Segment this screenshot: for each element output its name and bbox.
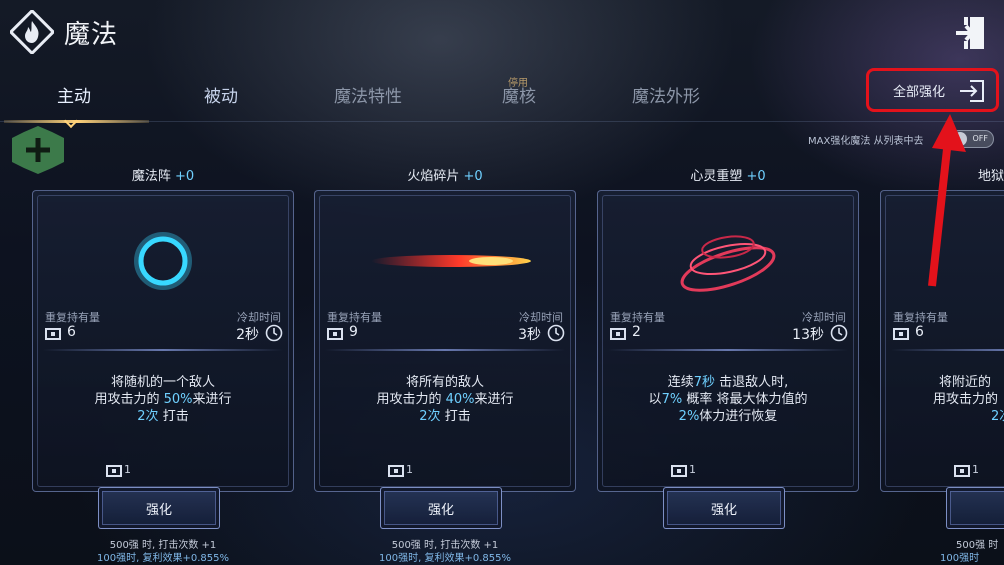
desc-line: 2次 — [991, 409, 1004, 424]
cooldown-value: 2秒 — [236, 327, 259, 343]
upgrade-label: 强化 — [710, 502, 737, 518]
owned-count: 1 — [406, 463, 413, 476]
card-title: 心灵重塑 +0 — [597, 165, 859, 184]
card-level: +0 — [174, 169, 195, 184]
repeat-label: 重复持有量 — [327, 311, 382, 324]
cooldown-label: 冷却时间 — [519, 311, 563, 324]
owned-count: 1 — [972, 463, 979, 476]
desc-line: 用攻击力的 40%来进行 — [376, 392, 514, 407]
top-bar: 魔法 — [0, 0, 1004, 62]
desc-line: 用攻击力的 — [933, 392, 999, 407]
upgrade-bonus-note: 100强时, 复利效果+0.855% — [97, 553, 229, 564]
clock-icon — [265, 324, 283, 342]
card-title: 火焰碎片 +0 — [314, 165, 576, 184]
desc-line: 连续7秒 击退敌人时, — [667, 375, 789, 390]
magic-card: 心灵重塑 +0 重复持有量 2 冷却时间 13秒 连续7秒 击退敌人时, 以7%… — [597, 160, 859, 565]
enter-arrow-icon — [960, 80, 984, 102]
magic-card: 火焰碎片 +0 重复持有量 9 冷却时间 3秒 将所有的敌人 用攻击力的 40%… — [314, 160, 576, 565]
repeat-label: 重复持有量 — [45, 311, 100, 324]
tab-label: 魔核 — [502, 87, 536, 107]
tab-magic-traits[interactable]: 魔法特性 — [334, 82, 402, 107]
upgrade-button[interactable] — [946, 487, 1004, 529]
repeat-label: 重复持有量 — [610, 311, 665, 324]
tab-label: 被动 — [204, 87, 238, 107]
card-divider — [608, 349, 848, 351]
disabled-badge: 停用 — [508, 78, 528, 89]
repeat-value: 9 — [349, 324, 358, 340]
card-description: 将所有的敌人 用攻击力的 40%来进行 2次 打击 — [325, 374, 565, 425]
card-description: 将附近的 用攻击力的 2次 — [891, 374, 1004, 425]
exit-icon[interactable] — [952, 14, 990, 52]
desc-line: 2次 打击 — [419, 409, 471, 424]
card-name: 魔法阵 — [131, 169, 171, 184]
chest-icon — [45, 328, 61, 340]
tab-passive[interactable]: 被动 — [204, 82, 238, 107]
clock-icon — [830, 324, 848, 342]
cooldown-value: 13秒 — [792, 327, 824, 343]
upgrade-bonus-note: 100强时 — [940, 553, 980, 564]
desc-line: 2次 打击 — [137, 409, 189, 424]
desc-line: 以7% 概率 将最大体力值的 — [648, 392, 808, 407]
magic-card: 魔法阵 +0 重复持有量 6 冷却时间 2秒 将随机的一个敌人 用攻击力的 50… — [32, 160, 294, 565]
page-title: 魔法 — [64, 20, 119, 50]
card-name: 地狱 — [978, 169, 1004, 184]
upgrade-button[interactable]: 强化 — [663, 487, 785, 529]
card-description: 连续7秒 击退敌人时, 以7% 概率 将最大体力值的 2%体力进行恢复 — [608, 374, 848, 425]
chest-icon — [954, 465, 970, 477]
desc-line: 将所有的敌人 — [405, 375, 484, 390]
desc-line: 将附近的 — [939, 375, 992, 390]
card-level: +0 — [746, 169, 766, 184]
card-level: +0 — [463, 169, 483, 184]
owned-count: 1 — [124, 463, 131, 476]
card-name: 火焰碎片 — [407, 169, 460, 184]
card-frame[interactable]: 重复持有量 6 冷却时间 2秒 将随机的一个敌人 用攻击力的 50%来进行 2次… — [32, 190, 294, 492]
card-frame[interactable]: 重复持有量 9 冷却时间 3秒 将所有的敌人 用攻击力的 40%来进行 2次 打… — [314, 190, 576, 492]
owned-count: 1 — [689, 463, 696, 476]
red-arrow-icon — [928, 114, 966, 287]
max-filter-label: MAX强化魔法 从列表中去 — [808, 136, 924, 147]
tab-label: 魔法特性 — [334, 87, 402, 107]
upgrade-bonus-note: 100强时, 复利效果+0.855% — [379, 553, 511, 564]
card-divider — [43, 349, 283, 351]
repeat-value: 6 — [915, 324, 924, 340]
card-title: 魔法阵 +0 — [32, 165, 294, 184]
chest-icon — [671, 465, 687, 477]
repeat-value: 2 — [632, 324, 641, 340]
repeat-value: 6 — [67, 324, 76, 340]
fire-magic-icon — [10, 10, 54, 54]
upgrade-button[interactable]: 强化 — [380, 487, 502, 529]
clock-icon — [547, 324, 565, 342]
repeat-label: 重复持有量 — [893, 311, 948, 324]
tab-bar: 主动 被动 魔法特性 停用 魔核 魔法外形 — [0, 70, 1004, 122]
chest-icon — [106, 465, 122, 477]
upgrade-button[interactable]: 强化 — [98, 487, 220, 529]
card-name: 心灵重塑 — [690, 169, 743, 184]
tab-divider — [0, 121, 1004, 122]
card-divider — [325, 349, 565, 351]
cooldown-value: 3秒 — [518, 327, 541, 343]
card-description: 将随机的一个敌人 用攻击力的 50%来进行 2次 打击 — [43, 374, 283, 425]
desc-line: 2%体力进行恢复 — [678, 409, 778, 424]
tab-magic-core[interactable]: 停用 魔核 — [502, 78, 536, 107]
chest-icon — [893, 328, 909, 340]
upgrade-label: 强化 — [145, 502, 172, 518]
card-frame[interactable]: 重复持有量 2 冷却时间 13秒 连续7秒 击退敌人时, 以7% 概率 将最大体… — [597, 190, 859, 492]
tab-label: 主动 — [57, 87, 91, 107]
cooldown-label: 冷却时间 — [802, 311, 846, 324]
tab-active-skills[interactable]: 主动 — [57, 82, 91, 107]
chest-icon — [327, 328, 343, 340]
toggle-state: OFF — [972, 134, 989, 143]
desc-line: 用攻击力的 50%来进行 — [94, 392, 232, 407]
desc-line: 将随机的一个敌人 — [110, 375, 215, 390]
cooldown-label: 冷却时间 — [237, 311, 281, 324]
card-divider — [891, 349, 1004, 351]
chest-icon — [610, 328, 626, 340]
upgrade-all-label: 全部强化 — [893, 84, 946, 100]
upgrade-all-button[interactable]: 全部强化 — [866, 68, 999, 112]
tab-magic-appearance[interactable]: 魔法外形 — [632, 82, 700, 107]
chest-icon — [388, 465, 404, 477]
upgrade-label: 强化 — [427, 502, 454, 518]
tab-label: 魔法外形 — [632, 87, 700, 107]
